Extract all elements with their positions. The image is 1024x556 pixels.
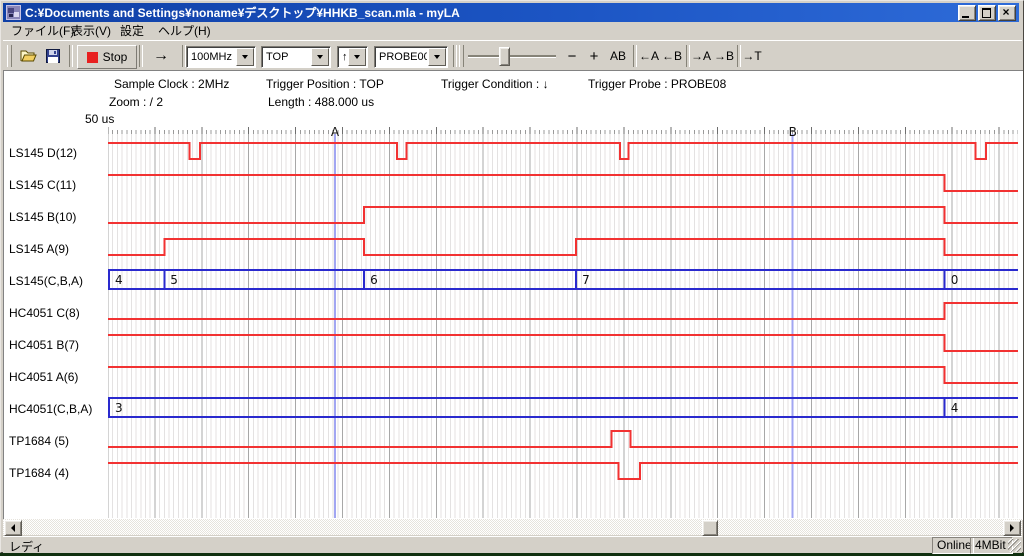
chevron-down-icon[interactable] (236, 48, 254, 66)
goto-a-right-button[interactable]: →A (690, 45, 712, 67)
channel-label: LS145 B(10) (9, 209, 76, 225)
window-title: C:¥Documents and Settings¥noname¥デスクトップ¥… (25, 4, 460, 21)
zoom-out-button[interactable]: − (563, 45, 581, 67)
channel-label: HC4051 A(6) (9, 369, 78, 385)
save-floppy-icon (46, 49, 60, 63)
save-button[interactable] (41, 45, 65, 67)
info-trigger-condition: Trigger Condition : ↓ (441, 77, 549, 91)
menu-bar: ファイル(F) 表示(V) 設定 ヘルプ(H) (3, 22, 1019, 40)
horizontal-scrollbar[interactable] (3, 519, 1022, 535)
status-message: レディ (9, 538, 44, 555)
maximize-icon (982, 8, 991, 18)
probe-select[interactable]: PROBE00 (374, 46, 448, 68)
bus-value: 3 (115, 401, 123, 415)
app-window: C:¥Documents and Settings¥noname¥デスクトップ¥… (0, 0, 1024, 553)
channel-label: HC4051 C(8) (9, 305, 80, 321)
goto-trigger-button[interactable]: →T (741, 45, 763, 67)
toolbar-grip[interactable] (459, 45, 464, 67)
info-trigger-position: Trigger Position : TOP (266, 77, 384, 91)
scroll-right-button[interactable] (1003, 520, 1021, 536)
info-length: Length : 488.000 us (268, 95, 374, 109)
maximize-button[interactable] (978, 5, 996, 21)
minimize-button[interactable] (958, 5, 976, 21)
scrollbar-thumb[interactable] (702, 520, 718, 536)
marker-label-B: B (789, 127, 797, 139)
toolbar-separator (69, 45, 73, 67)
chevron-down-icon[interactable] (428, 48, 446, 66)
chevron-down-icon[interactable] (311, 48, 329, 66)
run-arrow-icon: → (153, 47, 169, 65)
status-memory: 4MBit (970, 537, 1013, 554)
channel-label: TP1684 (5) (9, 433, 69, 449)
channel-label: TP1684 (4) (9, 465, 69, 481)
bus-value: 4 (115, 273, 123, 287)
channel-label: HC4051 B(7) (9, 337, 79, 353)
close-icon: × (999, 4, 1013, 20)
app-icon (6, 5, 21, 20)
zoom-slider-thumb[interactable] (499, 47, 510, 66)
timing-diagram[interactable]: A B 4 5 6 7 0 3 4 (108, 127, 1018, 518)
menu-settings[interactable]: 設定 (120, 23, 144, 39)
stop-button[interactable]: Stop (77, 45, 137, 69)
scroll-right-arrow-icon (1010, 524, 1014, 532)
run-button[interactable]: → (143, 45, 179, 67)
stop-icon (87, 52, 98, 63)
open-file-button[interactable] (16, 45, 40, 67)
menu-help[interactable]: ヘルプ(H) (158, 23, 211, 39)
waveform-view: Sample Clock : 2MHz Trigger Position : T… (3, 70, 1023, 520)
trigger-position-select[interactable]: TOP (261, 46, 331, 68)
zoom-slider-track[interactable] (468, 55, 556, 58)
open-folder-icon (20, 49, 37, 63)
bus-value: 5 (170, 273, 178, 287)
goto-b-left-button[interactable]: ←B (661, 45, 683, 67)
scroll-left-button[interactable] (4, 520, 22, 536)
scroll-left-arrow-icon (11, 524, 15, 532)
channel-label: LS145 D(12) (9, 145, 77, 161)
trigger-edge-select[interactable]: ↑ (337, 46, 368, 68)
menu-view[interactable]: 表示(V) (71, 23, 111, 39)
probe-value: PROBE00 (375, 51, 427, 63)
stop-label: Stop (103, 50, 128, 64)
sample-clock-value: 100MHz (187, 51, 235, 63)
marker-label-A: A (331, 127, 340, 139)
bus-value: 0 (951, 273, 959, 287)
goto-a-left-button[interactable]: ←A (638, 45, 660, 67)
menu-file[interactable]: ファイル(F) (11, 23, 74, 39)
toolbar-grip[interactable] (7, 45, 12, 67)
close-button[interactable]: × (998, 5, 1016, 21)
info-trigger-probe: Trigger Probe : PROBE08 (588, 77, 726, 91)
trigger-edge-value: ↑ (338, 51, 347, 63)
zoom-in-button[interactable]: + (585, 45, 603, 67)
toolbar-separator (633, 45, 637, 67)
resize-grip-icon[interactable] (1008, 539, 1021, 552)
status-bar: レディ Online 4MBit (3, 536, 1022, 553)
trigger-position-value: TOP (262, 51, 310, 63)
toolbar: Stop → 100MHz TOP ↑ PROBE00 − + AB (3, 40, 1022, 71)
bus-value: 4 (951, 401, 959, 415)
sample-clock-select[interactable]: 100MHz (186, 46, 256, 68)
status-online: Online (932, 537, 974, 554)
grid-minor (108, 134, 1018, 518)
bus-value: 7 (582, 273, 590, 287)
channel-label: LS145 A(9) (9, 241, 69, 257)
channel-label: HC4051(C,B,A) (9, 401, 92, 417)
time-per-div-label: 50 us (85, 112, 114, 126)
zoom-ab-button[interactable]: AB (607, 45, 629, 67)
goto-b-right-button[interactable]: →B (713, 45, 735, 67)
ruler-ticks-minor (108, 130, 1018, 134)
channel-label: LS145 C(11) (9, 177, 76, 193)
info-sample-clock: Sample Clock : 2MHz (114, 77, 229, 91)
bus-value: 6 (370, 273, 378, 287)
toolbar-separator (453, 45, 457, 67)
channel-label: LS145(C,B,A) (9, 273, 83, 289)
title-bar[interactable]: C:¥Documents and Settings¥noname¥デスクトップ¥… (3, 3, 1019, 22)
chevron-down-icon[interactable] (348, 48, 366, 66)
minimize-icon (962, 16, 969, 18)
info-zoom: Zoom : / 2 (109, 95, 163, 109)
